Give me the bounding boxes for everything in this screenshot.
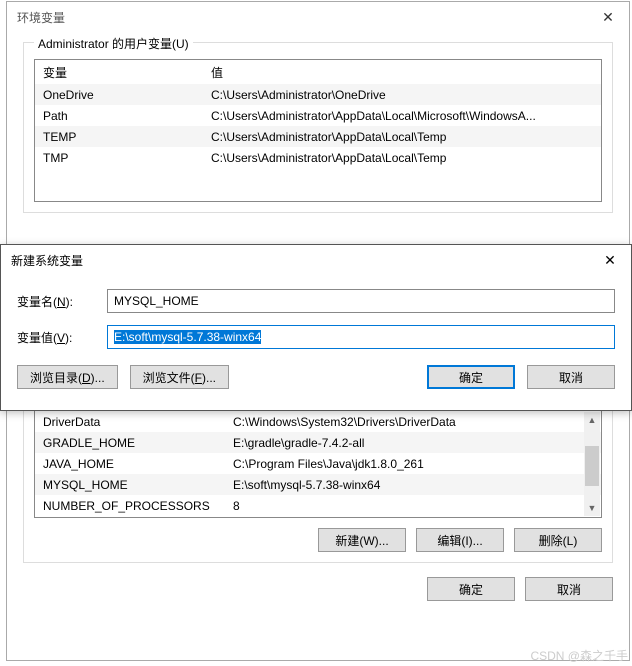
table-row[interactable]: JAVA_HOME C:\Program Files\Java\jdk1.8.0…	[35, 453, 601, 474]
cell-val: C:\Users\Administrator\AppData\Local\Tem…	[203, 128, 601, 146]
browse-dir-button[interactable]: 浏览目录(D)...	[17, 365, 118, 389]
new-button[interactable]: 新建(W)...	[318, 528, 406, 552]
cell-val: E:\soft\mysql-5.7.38-winx64	[225, 476, 601, 494]
cell-var: GRADLE_HOME	[35, 434, 225, 452]
dialog-button-row: 浏览目录(D)... 浏览文件(F)... 确定 取消	[1, 355, 631, 401]
value-label: 变量值(V):	[17, 329, 97, 346]
user-group-label: Administrator 的用户变量(U)	[34, 35, 193, 52]
table-header: 变量 值	[35, 60, 601, 84]
table-row[interactable]: MYSQL_HOME E:\soft\mysql-5.7.38-winx64	[35, 474, 601, 495]
edit-button[interactable]: 编辑(I)...	[416, 528, 504, 552]
cell-var: JAVA_HOME	[35, 455, 225, 473]
table-row[interactable]: Path C:\Users\Administrator\AppData\Loca…	[35, 105, 601, 126]
table-row[interactable]: GRADLE_HOME E:\gradle\gradle-7.4.2-all	[35, 432, 601, 453]
system-variables-group: DriverData C:\Windows\System32\Drivers\D…	[23, 393, 613, 563]
cell-val: C:\Users\Administrator\OneDrive	[203, 86, 601, 104]
user-variables-group: Administrator 的用户变量(U) 变量 值 OneDrive C:\…	[23, 42, 613, 213]
system-variables-table[interactable]: DriverData C:\Windows\System32\Drivers\D…	[34, 410, 602, 518]
scrollbar[interactable]: ▲ ▼	[584, 412, 600, 516]
value-row: 变量值(V): E:\soft\mysql-5.7.38-winx64	[1, 319, 631, 355]
variable-value-input[interactable]: E:\soft\mysql-5.7.38-winx64	[107, 325, 615, 349]
table-row[interactable]: DriverData C:\Windows\System32\Drivers\D…	[35, 411, 601, 432]
main-button-row: 确定 取消	[7, 563, 629, 611]
cell-var: OneDrive	[35, 86, 203, 104]
cell-val: 8	[225, 497, 601, 515]
cell-val: C:\Users\Administrator\AppData\Local\Tem…	[203, 149, 601, 167]
variable-name-input[interactable]	[107, 289, 615, 313]
cell-val: C:\Users\Administrator\AppData\Local\Mic…	[203, 107, 601, 125]
name-row: 变量名(N):	[1, 283, 631, 319]
browse-file-button[interactable]: 浏览文件(F)...	[130, 365, 229, 389]
dialog-titlebar: 新建系统变量 ✕	[1, 245, 631, 275]
col-header-variable[interactable]: 变量	[35, 61, 203, 84]
table-row[interactable]: TEMP C:\Users\Administrator\AppData\Loca…	[35, 126, 601, 147]
cell-val: C:\Program Files\Java\jdk1.8.0_261	[225, 455, 601, 473]
close-icon[interactable]: ✕	[589, 245, 631, 275]
scroll-track[interactable]	[584, 428, 600, 500]
table-row[interactable]: OneDrive C:\Users\Administrator\OneDrive	[35, 84, 601, 105]
new-system-variable-dialog: 新建系统变量 ✕ 变量名(N): 变量值(V): E:\soft\mysql-5…	[0, 244, 632, 411]
ok-button[interactable]: 确定	[427, 577, 515, 601]
cancel-button[interactable]: 取消	[525, 577, 613, 601]
scroll-up-icon[interactable]: ▲	[584, 412, 600, 428]
cell-val: E:\gradle\gradle-7.4.2-all	[225, 434, 601, 452]
window-title: 环境变量	[17, 9, 65, 26]
table-row[interactable]: TMP C:\Users\Administrator\AppData\Local…	[35, 147, 601, 168]
titlebar: 环境变量 ✕	[7, 2, 629, 32]
cell-var: TEMP	[35, 128, 203, 146]
ok-button[interactable]: 确定	[427, 365, 515, 389]
scroll-thumb[interactable]	[585, 446, 599, 486]
name-label: 变量名(N):	[17, 293, 97, 310]
table-row[interactable]: NUMBER_OF_PROCESSORS 8	[35, 495, 601, 516]
cell-var: MYSQL_HOME	[35, 476, 225, 494]
sys-button-row: 新建(W)... 编辑(I)... 删除(L)	[34, 518, 602, 552]
cell-val: C:\Windows\System32\Drivers\DriverData	[225, 413, 601, 431]
user-variables-table[interactable]: 变量 值 OneDrive C:\Users\Administrator\One…	[34, 59, 602, 202]
cell-var: Path	[35, 107, 203, 125]
close-icon[interactable]: ✕	[587, 2, 629, 32]
cell-var: NUMBER_OF_PROCESSORS	[35, 497, 225, 515]
dialog-title: 新建系统变量	[11, 252, 83, 269]
col-header-value[interactable]: 值	[203, 61, 601, 84]
scroll-down-icon[interactable]: ▼	[584, 500, 600, 516]
watermark: CSDN @森之千手	[530, 647, 628, 664]
delete-button[interactable]: 删除(L)	[514, 528, 602, 552]
cancel-button[interactable]: 取消	[527, 365, 615, 389]
cell-var: DriverData	[35, 413, 225, 431]
cell-var: TMP	[35, 149, 203, 167]
